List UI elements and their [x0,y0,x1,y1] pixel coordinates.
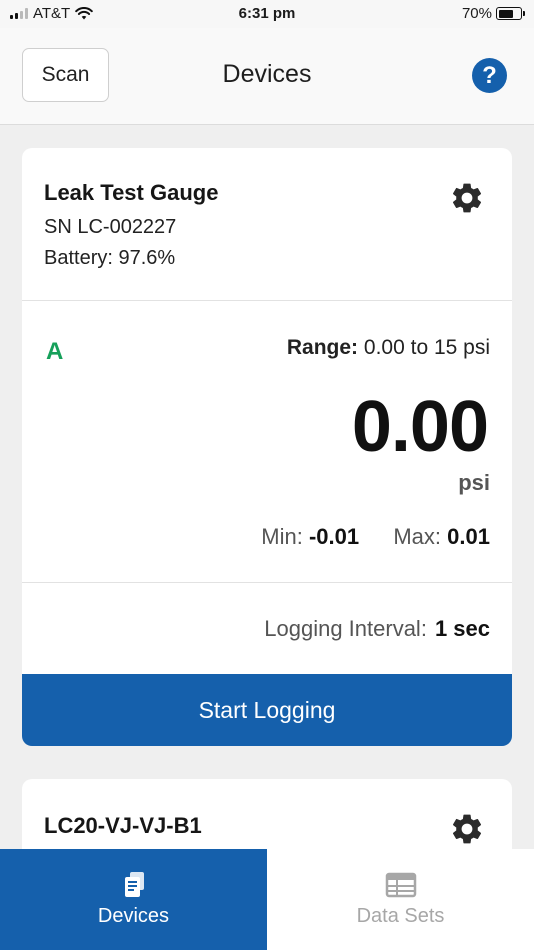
range-info: Range: 0.00 to 15 psi [287,336,490,360]
range-value: 0.00 to 15 psi [363,336,490,359]
tab-bar: Devices Data Sets [0,849,534,950]
device-name: LC20-VJ-VJ-B1 [44,813,202,838]
gear-icon[interactable] [449,811,485,847]
tab-data-sets[interactable]: Data Sets [267,849,534,950]
range-label: Range: [286,336,359,359]
device-name: Leak Test Gauge [44,180,219,205]
pressure-reading: 0.00 [351,387,489,467]
app-header: Scan Devices ? [0,28,534,125]
device-card: Leak Test Gauge SN LC-002227 Battery: 97… [22,148,512,746]
battery-status: 70% [461,5,525,22]
page-title: Devices [222,60,312,88]
gear-icon[interactable] [449,180,485,216]
help-icon[interactable]: ? [472,58,507,93]
tab-devices[interactable]: Devices [0,849,267,950]
min-label: Min: [261,524,303,549]
logging-interval-label: Logging Interval: [264,616,427,641]
clock: 6:31 pm [238,5,296,22]
tab-devices-label: Devices [97,905,170,927]
pressure-unit: psi [458,470,490,495]
data-sets-icon [385,872,416,898]
battery-percent: 70% [461,5,492,22]
channel-label: A [46,338,64,365]
min-value: -0.01 [308,524,360,549]
divider [22,300,512,301]
max-label: Max: [393,524,442,549]
start-logging-button[interactable]: Start Logging [22,674,512,746]
tab-data-sets-label: Data Sets [356,905,445,927]
device-battery: Battery: 97.6% [44,247,176,269]
logging-interval[interactable]: Logging Interval: 1 sec [264,616,490,642]
divider [22,582,512,583]
devices-icon [124,872,144,897]
min-max: Min: -0.01 Max: 0.01 [261,524,490,550]
battery-icon [496,7,525,20]
status-bar: AT&T 6:31 pm 70% [0,0,534,28]
max-value: 0.01 [447,524,490,549]
device-serial: SN LC-002227 [44,216,177,238]
logging-interval-value: 1 sec [434,616,490,641]
